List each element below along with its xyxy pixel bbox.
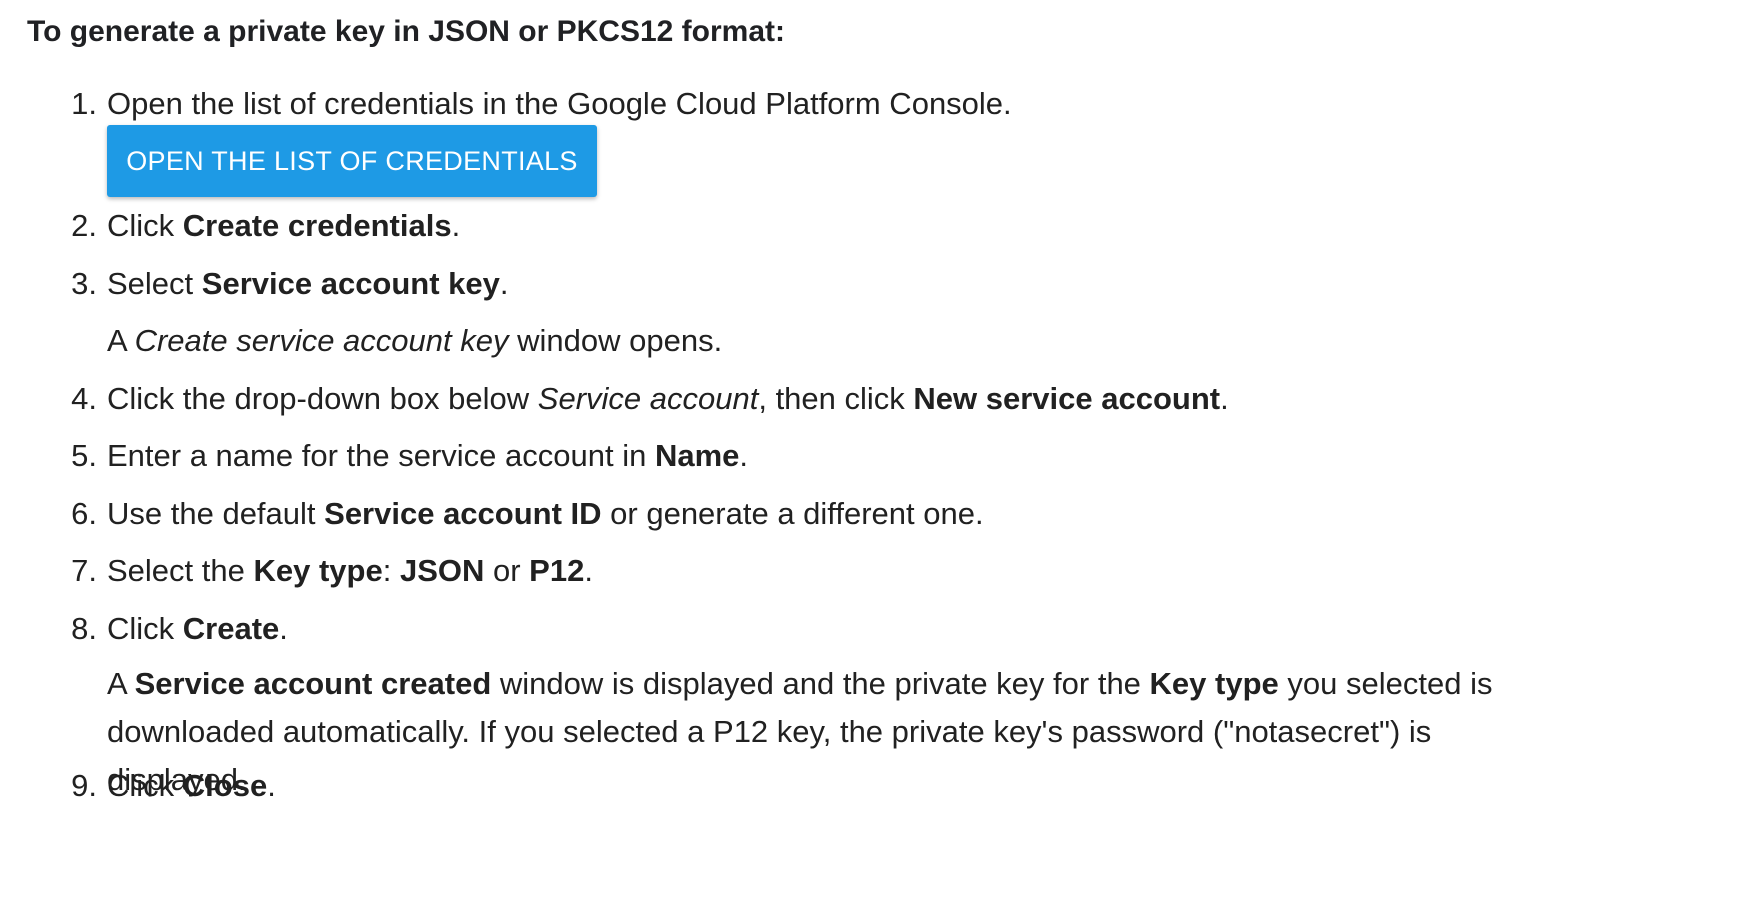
ui-term: Service account ID (324, 496, 602, 531)
punctuation: . (267, 768, 276, 803)
ui-term: Create (182, 611, 280, 646)
step-text: Click the drop-down box below (107, 381, 538, 416)
list-item: 2. Click Create credentials. (71, 206, 461, 246)
window-name: Service account created (134, 666, 492, 701)
ui-term: Key type (253, 553, 383, 588)
open-credentials-button[interactable]: OPEN THE LIST OF CREDENTIALS (107, 125, 597, 197)
ui-term: New service account (913, 381, 1221, 416)
ui-term: Service account key (201, 266, 500, 301)
list-item: 8. Click Create. (71, 609, 288, 649)
step-note: A Service account created window is disp… (107, 660, 1547, 804)
step-text: Use the default (107, 496, 325, 531)
step-text: Select (107, 266, 202, 301)
punctuation: . (451, 208, 461, 243)
ui-term: JSON (399, 553, 485, 588)
step-text: Click (107, 208, 183, 243)
punctuation: . (499, 266, 509, 301)
step-number: 4. (71, 381, 97, 416)
ui-term: P12 (529, 553, 585, 588)
step-text: or generate a different one. (601, 496, 984, 531)
step-text: Enter a name for the service account in (107, 438, 655, 473)
punctuation: . (584, 553, 593, 588)
note-text: window opens. (508, 323, 723, 358)
step-number: 3. (71, 266, 97, 301)
note-text: A (107, 323, 135, 358)
step-note: A Create service account key window open… (107, 317, 1727, 365)
step-number: 6. (71, 496, 97, 531)
step-text: Click (107, 611, 183, 646)
ui-term: Name (654, 438, 740, 473)
step-number: 1. (71, 86, 97, 121)
list-item: 4. Click the drop-down box below Service… (71, 379, 1229, 419)
ui-term: Key type (1149, 666, 1279, 701)
list-item: 9. Click Close. (71, 766, 276, 806)
section-heading: To generate a private key in JSON or PKC… (27, 15, 786, 48)
note-text: window is displayed and the private key … (491, 666, 1150, 701)
list-item: 6. Use the default Service account ID or… (71, 494, 984, 534)
punctuation: : (382, 553, 400, 588)
step-text: or (484, 553, 530, 588)
note-text: A (107, 666, 135, 701)
ui-term: Create credentials (182, 208, 452, 243)
step-text: Click (107, 768, 183, 803)
list-item: 5. Enter a name for the service account … (71, 436, 749, 476)
ui-term: Close (182, 768, 268, 803)
ui-term: Service account (537, 381, 759, 416)
punctuation: . (1220, 381, 1229, 416)
step-text: Select the (107, 553, 254, 588)
step-number: 2. (71, 208, 97, 243)
instructions-section: To generate a private key in JSON or PKC… (27, 14, 1727, 803)
list-item: 3. Select Service account key. (71, 264, 509, 304)
window-name: Create service account key (134, 323, 509, 358)
step-number: 5. (71, 438, 97, 473)
step-text: Open the list of credentials in the Goog… (107, 86, 1012, 121)
step-text: , then click (758, 381, 914, 416)
list-item: 7. Select the Key type: JSON or P12. (71, 551, 593, 591)
punctuation: . (279, 611, 288, 646)
step-number: 7. (71, 553, 97, 588)
punctuation: . (739, 438, 749, 473)
step-number: 9. (71, 768, 97, 803)
step-number: 8. (71, 611, 97, 646)
list-item: 1. Open the list of credentials in the G… (71, 84, 1012, 124)
